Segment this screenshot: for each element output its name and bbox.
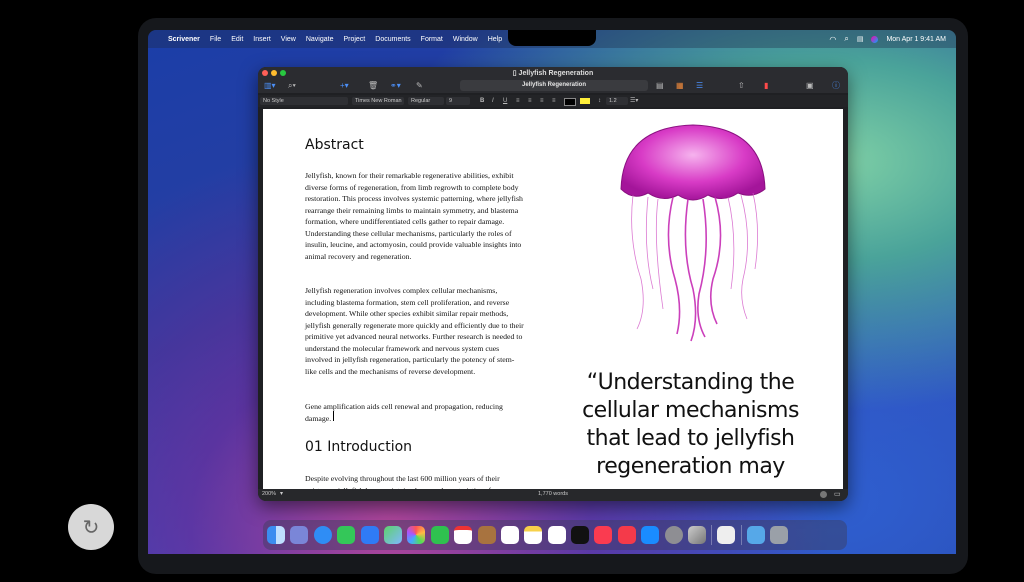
menu-view[interactable]: View [281,36,296,43]
trash-toolbar-icon[interactable]: 🗑 [368,81,378,91]
link-icon[interactable]: ⚭▾ [390,81,401,91]
menu-file[interactable]: File [210,36,221,43]
paragraph-3: Gene amplification aids cell renewal and… [305,402,503,423]
finder-icon[interactable] [267,526,285,544]
menu-navigate[interactable]: Navigate [306,36,334,43]
notes-brown-icon[interactable] [477,526,496,544]
freeform-icon[interactable] [547,526,566,544]
menu-edit[interactable]: Edit [231,36,243,43]
font-size-select[interactable]: 9 [446,97,470,105]
trash-icon[interactable] [770,526,789,544]
align-center-icon[interactable]: ≡ [528,96,532,106]
zoom-chevron-icon[interactable]: ▾ [280,490,283,497]
calendar-icon[interactable] [454,526,473,544]
editor-page[interactable]: Abstract Jellyfish, known for their rema… [263,109,843,489]
justify-icon[interactable]: ≡ [552,96,556,106]
paragraph-style-select[interactable]: No Style [260,97,348,105]
menu-window[interactable]: Window [453,36,478,43]
notes-icon[interactable] [524,526,543,544]
corkboard-icon[interactable]: ▦ [676,81,684,91]
text-color-swatch[interactable] [564,98,576,106]
single-view-icon[interactable]: ▤ [656,81,664,91]
iphone-mirroring-icon[interactable] [688,526,707,544]
underline-button[interactable]: U [503,96,507,106]
zoom-select[interactable]: 200% [262,491,276,497]
scrivener-icon[interactable] [717,526,736,544]
siri-icon[interactable] [871,35,879,43]
format-bar: No Style Times New Roman Regular 9 B I U… [258,95,848,107]
scrivener-window: ▯ Jellyfish Regeneration ▥▾ ⌕▾ +▾ 🗑 ⚭▾ ✎… [258,67,848,501]
menu-project[interactable]: Project [343,36,365,43]
menu-documents[interactable]: Documents [375,36,410,43]
control-center-icon[interactable]: ▤ [857,35,864,43]
menu-insert[interactable]: Insert [253,36,271,43]
settings-icon[interactable] [664,526,683,544]
menu-app-name[interactable]: Scrivener [168,36,200,43]
menu-clock[interactable]: Mon Apr 1 9:41 AM [886,36,946,43]
word-count: 1,770 words [538,491,568,497]
target-icon[interactable] [820,491,827,498]
inspector-icon[interactable]: ⓘ [832,81,840,91]
bold-button[interactable]: B [480,96,484,106]
downloads-folder-icon[interactable] [746,526,765,544]
outliner-icon[interactable]: ☰ [696,81,703,91]
status-bar: 200% ▾ 1,770 words ▭ [258,489,848,501]
list-bullets-icon[interactable]: ☰▾ [630,96,638,106]
binder-title-field[interactable]: Jellyfish Regeneration [460,80,648,91]
sidebar-toggle-icon[interactable]: ▥▾ [264,81,276,91]
font-family-select[interactable]: Times New Roman [352,97,404,105]
maps-icon[interactable] [383,526,402,544]
photos-icon[interactable] [407,526,426,544]
news-icon[interactable] [617,526,636,544]
line-spacing-icon[interactable]: ↕ [598,96,601,106]
font-weight-select[interactable]: Regular [408,97,444,105]
toolbar: ▥▾ ⌕▾ +▾ 🗑 ⚭▾ ✎ Jellyfish Regeneration ▤… [258,79,848,93]
bookmark-icon[interactable]: ▮ [764,81,768,91]
add-item-button[interactable]: +▾ [340,81,349,91]
text-cursor [333,411,334,421]
title-bar: ▯ Jellyfish Regeneration ▥▾ ⌕▾ +▾ 🗑 ⚭▾ ✎… [258,67,848,93]
menu-help[interactable]: Help [488,36,502,43]
app-store-icon[interactable] [641,526,660,544]
menu-format[interactable]: Format [421,36,443,43]
paragraph-2: Jellyfish regeneration involves complex … [305,286,524,376]
share-icon[interactable]: ⇧ [738,81,745,91]
reminders-icon[interactable] [500,526,519,544]
pull-quote: “Understanding the cellular mechanisms t… [582,370,799,479]
search-toolbar-icon[interactable]: ⌕▾ [288,81,296,91]
align-left-icon[interactable]: ≡ [516,96,520,106]
launchpad-icon[interactable] [290,526,309,544]
jellyfish-image [620,124,766,342]
abstract-heading: Abstract [305,137,364,153]
facetime-icon[interactable] [430,526,449,544]
introduction-heading: 01 Introduction [305,439,413,455]
dock-divider-2 [740,525,742,545]
messages-icon[interactable] [337,526,356,544]
wifi-icon[interactable]: ◠ [829,35,836,44]
highlight-color-swatch[interactable] [580,98,590,104]
edit-icon[interactable]: ✎ [416,81,423,91]
reload-icon[interactable]: ↻ [68,504,114,550]
dock [263,520,847,550]
paragraph-1: Jellyfish, known for their remarkable re… [305,171,523,261]
search-icon[interactable]: ⌕ [844,34,848,44]
comments-icon[interactable]: ▭ [834,490,841,498]
align-right-icon[interactable]: ≡ [540,96,544,106]
compose-icon[interactable]: ▣ [806,81,814,91]
line-spacing-select[interactable]: 1.2 [606,97,628,105]
window-title: ▯ Jellyfish Regeneration [512,70,594,77]
paragraph-4: Despite evolving throughout the last 600… [305,474,500,489]
tv-icon[interactable] [571,526,590,544]
dock-divider [711,525,713,545]
camera-notch [508,30,596,46]
mail-icon[interactable] [360,526,379,544]
safari-icon[interactable] [313,526,332,544]
italic-button[interactable]: I [492,96,494,106]
music-icon[interactable] [594,526,613,544]
